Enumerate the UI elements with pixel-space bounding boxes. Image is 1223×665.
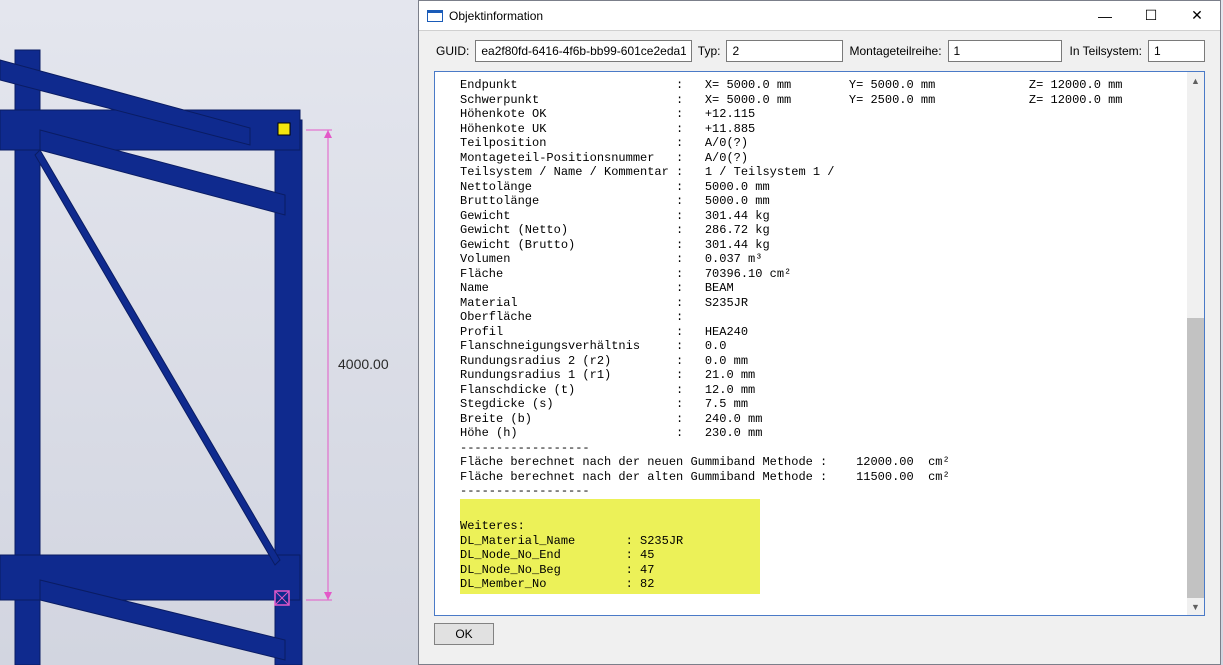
- info-lines: Endpunkt : X= 5000.0 mm Y= 5000.0 mm Z= …: [460, 78, 1187, 499]
- typ-label: Typ:: [698, 44, 721, 58]
- teilsys-label: In Teilsystem:: [1070, 44, 1142, 58]
- dialog-footer: OK: [419, 616, 1220, 652]
- object-info-dialog: Objektinformation — ☐ ✕ GUID: Typ: Monta…: [418, 0, 1221, 665]
- guid-label: GUID:: [436, 44, 469, 58]
- scroll-thumb[interactable]: [1187, 318, 1204, 598]
- montage-input[interactable]: [948, 40, 1062, 62]
- typ-input[interactable]: [726, 40, 843, 62]
- dialog-title: Objektinformation: [449, 9, 1082, 23]
- dimension-value: 4000.00: [338, 356, 389, 372]
- info-text-frame: Endpunkt : X= 5000.0 mm Y= 5000.0 mm Z= …: [434, 71, 1205, 616]
- guid-input[interactable]: [475, 40, 691, 62]
- maximize-button[interactable]: ☐: [1128, 1, 1174, 31]
- titlebar[interactable]: Objektinformation — ☐ ✕: [419, 1, 1220, 31]
- steel-structure-drawing: [0, 0, 420, 665]
- vertical-scrollbar[interactable]: ▲ ▼: [1187, 72, 1204, 615]
- scroll-track[interactable]: [1187, 89, 1204, 598]
- ok-button[interactable]: OK: [434, 623, 494, 645]
- scroll-down-icon[interactable]: ▼: [1187, 598, 1204, 615]
- info-text-area[interactable]: Endpunkt : X= 5000.0 mm Y= 5000.0 mm Z= …: [435, 72, 1187, 615]
- scroll-up-icon[interactable]: ▲: [1187, 72, 1204, 89]
- minimize-button[interactable]: —: [1082, 1, 1128, 31]
- app-icon: [427, 10, 443, 22]
- teilsys-input[interactable]: [1148, 40, 1205, 62]
- parameter-row: GUID: Typ: Montageteilreihe: In Teilsyst…: [419, 31, 1220, 68]
- close-button[interactable]: ✕: [1174, 1, 1220, 31]
- montage-label: Montageteilreihe:: [849, 44, 941, 58]
- weiteres-block: Weiteres: DL_Material_Name : S235JR DL_N…: [460, 499, 760, 594]
